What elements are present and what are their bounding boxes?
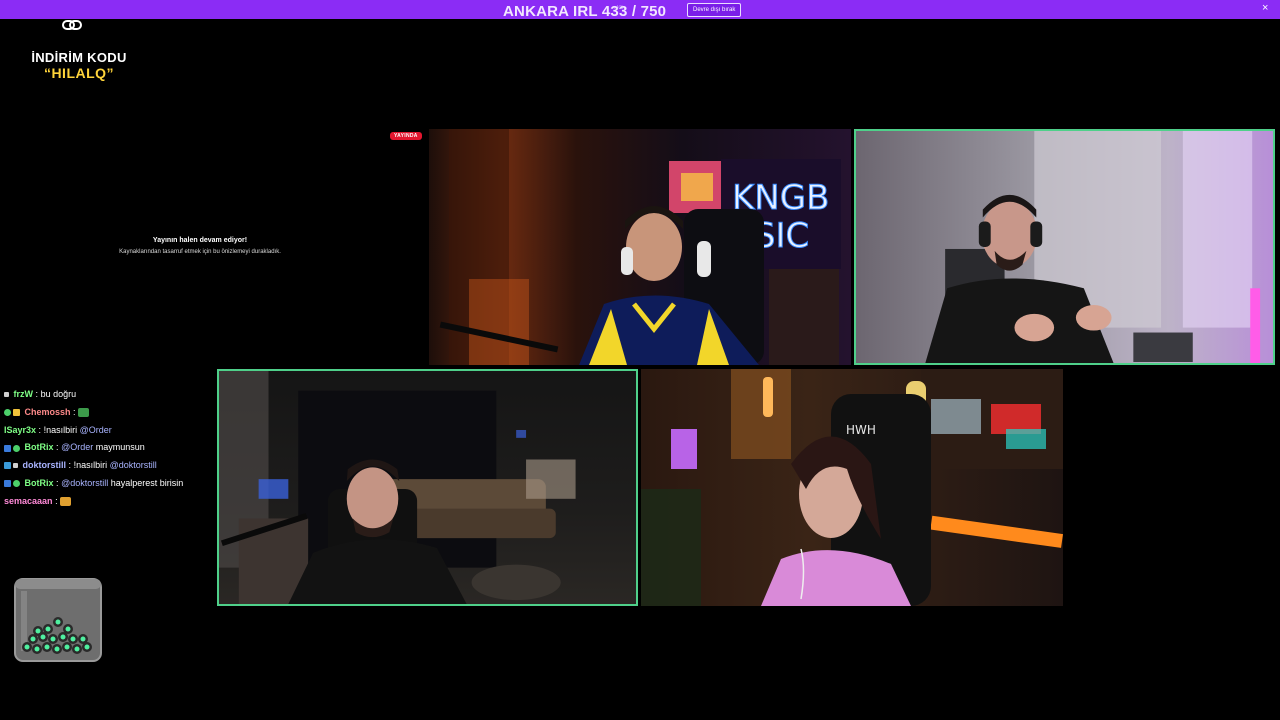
- badge-icon: [4, 392, 9, 398]
- close-icon[interactable]: ×: [1262, 2, 1268, 14]
- chat-message: doktorstill : !nasılbiri @doktorstill: [4, 457, 214, 475]
- badge-icon: [4, 462, 11, 470]
- svg-text:HWH: HWH: [846, 423, 876, 437]
- goal-title: ANKARA IRL 433 / 750: [503, 3, 667, 20]
- discount-label: İNDİRİM KODU: [31, 50, 127, 65]
- discount-code: “HILALQ”: [43, 65, 115, 81]
- live-badge: YAYINDA: [390, 132, 422, 140]
- chat-message: BotRix : @Order maymunsun: [4, 439, 214, 457]
- alert-faint-text: ...ldı.: [612, 5, 626, 11]
- chat-overlay: frzW : bu doğru Chemossh : ISayr3x : !na…: [4, 386, 214, 511]
- badge-icon: [4, 444, 11, 452]
- chat-username[interactable]: frzW: [14, 389, 34, 399]
- chat-mention[interactable]: @Order: [61, 442, 93, 452]
- badge-icon: [13, 463, 18, 469]
- chat-mention[interactable]: @Order: [80, 425, 112, 435]
- video-tile-white-room[interactable]: [854, 129, 1275, 365]
- chat-username[interactable]: BotRix: [25, 478, 54, 488]
- chat-message: ISayr3x : !nasılbiri @Order: [4, 422, 214, 440]
- chat-text: maymunsun: [95, 442, 145, 453]
- badge-icon: [13, 444, 20, 452]
- chat-separator: :: [38, 424, 42, 435]
- chat-mention[interactable]: @doktorstill: [61, 478, 108, 488]
- badge-icon: [13, 408, 20, 416]
- disable-button[interactable]: Devre dışı bırak: [687, 3, 742, 17]
- chat-message: BotRix : @doktorstill hayalperest birisi…: [4, 475, 214, 493]
- alert-bar: ANKARA IRL 433 / 750 ...ldı. Devre dışı …: [0, 0, 1280, 20]
- chat-username[interactable]: BotRix: [25, 442, 54, 452]
- chat-text: !nasılbiri: [43, 424, 78, 435]
- chat-text: !nasılbiri: [73, 460, 108, 471]
- paused-subtitle: Kaynaklarından tasarruf etmek için bu ön…: [119, 249, 281, 255]
- chat-mention[interactable]: @doktorstill: [110, 460, 157, 470]
- chat-separator: :: [56, 442, 59, 453]
- video-tile-warm-room[interactable]: HWH: [641, 369, 1063, 606]
- link-icon: [62, 20, 82, 30]
- tip-jar-icon: [14, 578, 102, 662]
- chat-separator: :: [73, 406, 76, 417]
- chat-message: frzW : bu doğru: [4, 386, 214, 404]
- chat-message: semacaaan :: [4, 493, 214, 511]
- chat-message: Chemossh :: [4, 404, 214, 422]
- badge-icon: [13, 480, 20, 488]
- emote-icon: [78, 407, 90, 417]
- chat-separator: :: [68, 460, 72, 471]
- paused-title: Yayının halen devam ediyor!: [152, 237, 248, 244]
- badge-icon: [4, 480, 11, 488]
- chat-separator: :: [55, 495, 58, 506]
- emote-icon: [60, 496, 72, 506]
- badge-icon: [4, 408, 11, 416]
- chat-username[interactable]: ISayr3x: [4, 425, 36, 435]
- chat-username[interactable]: semacaaan: [4, 496, 53, 506]
- chat-separator: :: [35, 389, 39, 399]
- chat-text: bu doğru: [40, 389, 77, 399]
- chat-text: hayalperest birisin: [110, 477, 184, 488]
- video-tile-studio[interactable]: KNGB USIC: [429, 129, 851, 365]
- video-tile-living-room[interactable]: [217, 369, 638, 606]
- chat-separator: :: [56, 477, 59, 488]
- chat-username[interactable]: Chemossh: [25, 407, 71, 417]
- chat-username[interactable]: doktorstill: [23, 460, 67, 470]
